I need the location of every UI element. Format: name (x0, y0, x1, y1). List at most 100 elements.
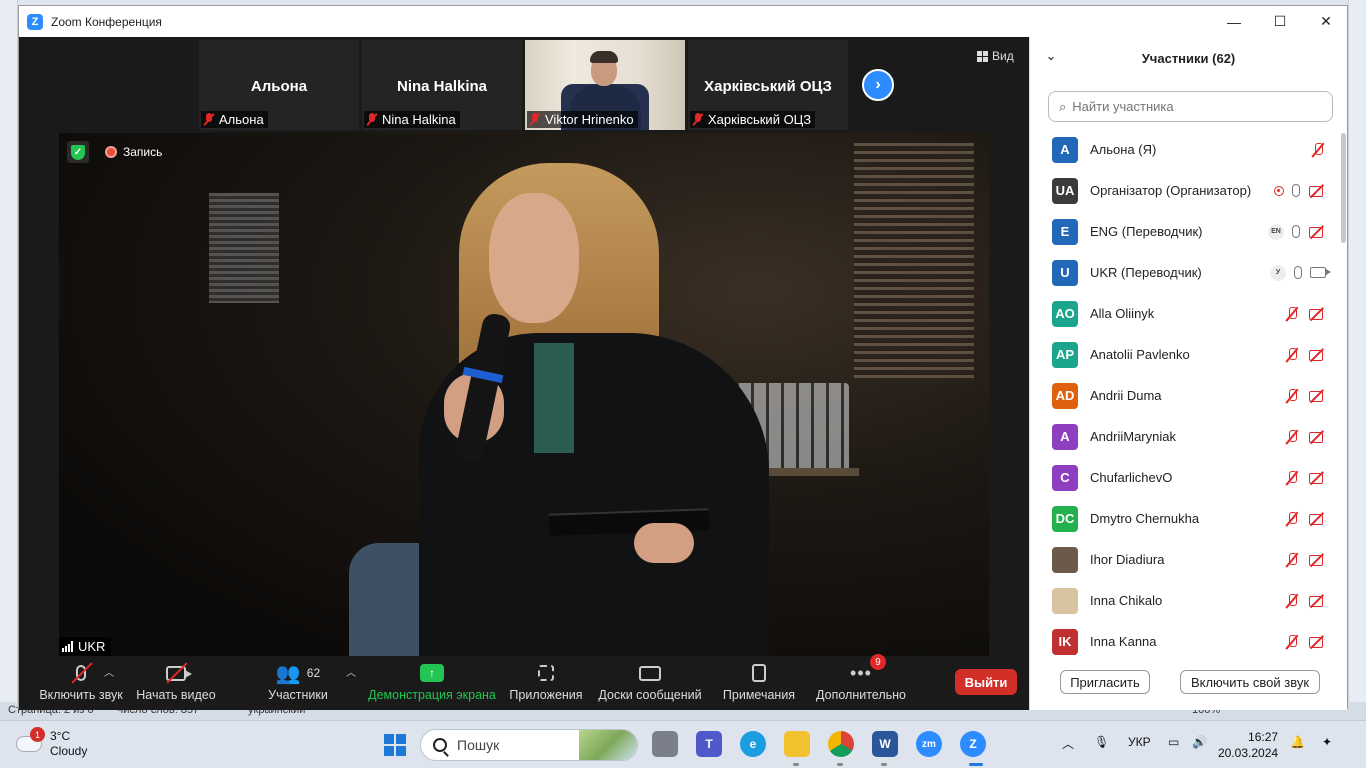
thumbnail-tile[interactable]: Nina Halkina Nina Halkina (362, 40, 522, 130)
weather-desc: Cloudy (50, 744, 88, 758)
invite-button[interactable]: Пригласить (1060, 670, 1150, 694)
video-off-icon (1308, 594, 1326, 608)
participant-row[interactable]: Inna Chikalo (1030, 580, 1340, 621)
start-video-button[interactable]: Начать видео (129, 660, 223, 702)
apps-button[interactable]: Приложения (509, 660, 583, 702)
participant-row[interactable]: A AndriiMaryniak (1030, 416, 1340, 457)
taskbar-search[interactable]: Пошук (420, 729, 638, 761)
participants-options-chevron-icon[interactable]: ︿ (346, 664, 356, 679)
tray-chevron-icon[interactable]: ︿ (1062, 735, 1074, 752)
participant-status-icons (1284, 470, 1326, 486)
tray-mic-icon[interactable]: 🎙 (1094, 735, 1109, 749)
participant-row[interactable]: A Альона (Я) (1030, 129, 1340, 170)
mic-muted-icon (366, 113, 378, 126)
thumbnail-name: Nina Halkina (396, 78, 488, 95)
mic-muted-icon (1284, 388, 1300, 404)
unmute-self-button[interactable]: Включить свой звук (1180, 670, 1320, 694)
notes-button[interactable]: Примечания (719, 660, 799, 702)
chrome-icon[interactable] (828, 731, 854, 757)
participant-row[interactable]: AO Alla Oliinyk (1030, 293, 1340, 334)
volume-icon[interactable]: 🔊 (1192, 735, 1207, 749)
participant-row[interactable]: E ENG (Переводчик) EN (1030, 211, 1340, 252)
thumbnail-label-text: Харківський ОЦЗ (708, 112, 812, 127)
copilot-icon[interactable]: ✦ (1322, 735, 1332, 749)
network-icon[interactable]: ▭ (1168, 735, 1179, 749)
thumbnail-name: Харківський ОЦЗ (704, 78, 832, 95)
thumbnail-label: Харківський ОЦЗ (690, 111, 816, 128)
leave-button[interactable]: Выйти (955, 669, 1017, 695)
participant-row[interactable]: DC Dmytro Chernukha (1030, 498, 1340, 539)
teams-icon[interactable]: T (696, 731, 722, 757)
start-video-label: Начать видео (136, 688, 216, 702)
thumbnail-tile[interactable]: Альона Альона (199, 40, 359, 130)
share-screen-label: Демонстрация экрана (368, 688, 496, 702)
speaker-hand (634, 523, 694, 563)
participant-status-icons (1310, 142, 1326, 158)
taskbar-clock[interactable]: 16:27 20.03.2024 (1218, 729, 1278, 761)
notification-bell-icon[interactable]: 🔔 (1290, 735, 1305, 749)
participants-button[interactable]: 👥 62 Участники (265, 660, 331, 703)
word-icon[interactable]: W (872, 731, 898, 757)
participant-row[interactable]: U UKR (Переводчик) У (1030, 252, 1340, 293)
zoom-workplace-icon[interactable]: zm (916, 731, 942, 757)
search-icon (433, 738, 447, 752)
zoom-icon[interactable]: Z (960, 731, 986, 757)
participant-search-input[interactable] (1072, 99, 1313, 114)
participant-name: Ihor Diadiura (1090, 552, 1165, 567)
encryption-shield-icon[interactable]: ✓ (67, 141, 89, 163)
view-button[interactable]: Вид (977, 49, 1014, 63)
participant-row[interactable]: AP Anatolii Pavlenko (1030, 334, 1340, 375)
participant-name: Anatolii Pavlenko (1090, 347, 1190, 362)
edge-icon[interactable]: e (740, 731, 766, 757)
unmute-button[interactable]: Включить звук (29, 660, 133, 702)
participant-name: Альона (Я) (1090, 142, 1157, 157)
more-button[interactable]: ••• 9 Дополнительно (815, 654, 907, 702)
weather-widget[interactable]: 3°C Cloudy (16, 729, 87, 759)
speaker-label-text: UKR (78, 639, 106, 654)
whiteboards-label: Доски сообщений (598, 688, 702, 702)
next-page-arrow-icon[interactable]: › (862, 69, 894, 101)
participant-avatar: AO (1052, 300, 1078, 327)
participant-row[interactable]: Ihor Diadiura (1030, 539, 1340, 580)
participant-row[interactable]: UA Організатор (Организатор) (1030, 170, 1340, 211)
input-language[interactable]: УКР (1128, 735, 1151, 749)
zoom-logo-icon: Z (27, 13, 43, 30)
participant-list-scrollbar[interactable] (1341, 133, 1346, 243)
video-person-hair (590, 51, 618, 63)
participant-row[interactable]: C ChufarlichevO (1030, 457, 1340, 498)
participant-avatar: UA (1052, 177, 1078, 204)
close-button[interactable]: ✕ (1303, 6, 1349, 37)
participant-avatar: AP (1052, 341, 1078, 368)
participant-row[interactable]: AD Andrii Duma (1030, 375, 1340, 416)
mic-muted-icon (1284, 470, 1300, 486)
thumbnail-tile[interactable]: Харківський ОЦЗ Харківський ОЦЗ (688, 40, 848, 130)
participant-row[interactable]: IK Inna Kanna (1030, 621, 1340, 661)
participants-footer: Пригласить Включить свой звук (1030, 660, 1348, 710)
participant-search[interactable]: ⌕ (1048, 91, 1333, 122)
maximize-button[interactable]: ☐ (1257, 6, 1303, 37)
participants-title: Участники (62) (1141, 50, 1236, 66)
video-off-icon (1308, 635, 1326, 649)
task-view-icon[interactable] (652, 731, 678, 757)
minimize-button[interactable]: — (1211, 6, 1257, 37)
app-running-indicator (837, 763, 843, 766)
windows-start-icon[interactable] (384, 734, 406, 756)
mic-muted-icon (1284, 347, 1300, 363)
whiteboards-button[interactable]: Доски сообщений (597, 660, 703, 702)
file-explorer-icon[interactable] (784, 731, 810, 757)
mic-muted-icon (1284, 429, 1300, 445)
thumbnail-tile-video[interactable]: Viktor Hrinenko (525, 40, 685, 130)
title-bar: Z Zoom Конференция — ☐ ✕ (19, 6, 1347, 37)
grid-view-icon (977, 50, 988, 62)
video-background-blinds (854, 143, 974, 383)
app-running-indicator (793, 763, 799, 766)
audio-options-chevron-icon[interactable]: ︿ (104, 664, 114, 679)
collapse-chevron-icon[interactable]: ⌄ (1046, 49, 1056, 63)
thumbnail-label: Nina Halkina (364, 111, 460, 128)
recording-indicator[interactable]: Запись (105, 145, 162, 159)
share-screen-button[interactable]: ↑ Демонстрация экрана (368, 660, 496, 702)
mic-muted-icon (1284, 306, 1300, 322)
app-active-indicator (969, 763, 983, 766)
microphone-icon (1292, 225, 1300, 238)
participant-name: Alla Oliinyk (1090, 306, 1155, 321)
